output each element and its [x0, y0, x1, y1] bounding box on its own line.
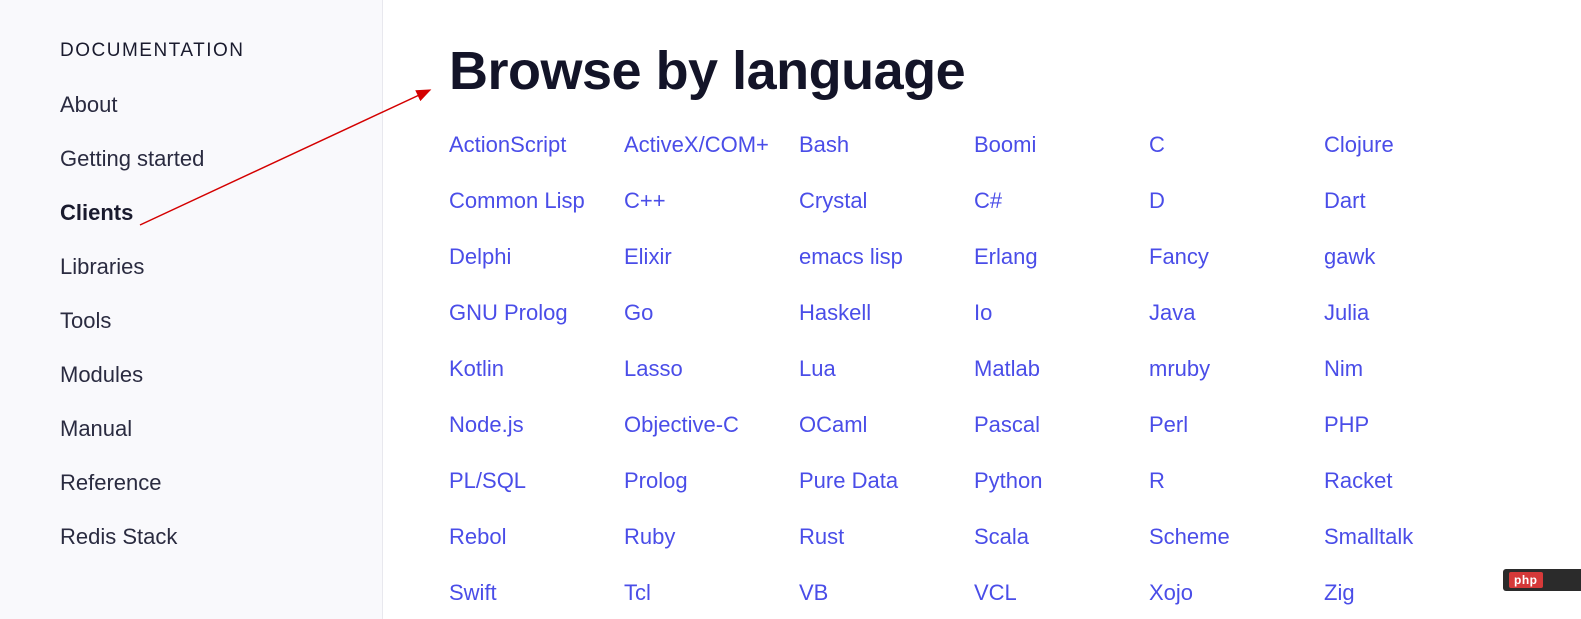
language-link[interactable]: GNU Prolog — [449, 300, 624, 326]
language-link[interactable]: Clojure — [1324, 132, 1499, 158]
language-link[interactable]: Dart — [1324, 188, 1499, 214]
language-link[interactable]: Lasso — [624, 356, 799, 382]
language-link[interactable]: Kotlin — [449, 356, 624, 382]
language-link[interactable]: Tcl — [624, 580, 799, 606]
language-link[interactable]: D — [1149, 188, 1324, 214]
language-link[interactable]: PL/SQL — [449, 468, 624, 494]
sidebar-item-reference[interactable]: Reference — [60, 470, 382, 496]
language-link[interactable]: C++ — [624, 188, 799, 214]
language-link[interactable]: Pascal — [974, 412, 1149, 438]
language-link[interactable]: Racket — [1324, 468, 1499, 494]
language-link[interactable]: Bash — [799, 132, 974, 158]
language-link[interactable]: Java — [1149, 300, 1324, 326]
language-link[interactable]: Prolog — [624, 468, 799, 494]
language-link[interactable]: Ruby — [624, 524, 799, 550]
language-link[interactable]: C — [1149, 132, 1324, 158]
language-link[interactable]: OCaml — [799, 412, 974, 438]
sidebar-item-modules[interactable]: Modules — [60, 362, 382, 388]
language-link[interactable]: ActionScript — [449, 132, 624, 158]
sidebar-heading: DOCUMENTATION — [60, 40, 382, 62]
language-link[interactable]: Node.js — [449, 412, 624, 438]
language-link[interactable]: Common Lisp — [449, 188, 624, 214]
main-content: Browse by language ActionScript ActiveX/… — [383, 0, 1581, 619]
language-link[interactable]: emacs lisp — [799, 244, 974, 270]
language-link[interactable]: Crystal — [799, 188, 974, 214]
language-link[interactable]: Python — [974, 468, 1149, 494]
language-link[interactable]: Nim — [1324, 356, 1499, 382]
language-link[interactable]: Go — [624, 300, 799, 326]
language-link[interactable]: Xojo — [1149, 580, 1324, 606]
language-link[interactable]: Elixir — [624, 244, 799, 270]
language-link[interactable]: ActiveX/COM+ — [624, 132, 799, 158]
language-link[interactable]: Scala — [974, 524, 1149, 550]
language-link[interactable]: mruby — [1149, 356, 1324, 382]
language-link[interactable]: Swift — [449, 580, 624, 606]
watermark-text: php — [1509, 572, 1543, 588]
language-link[interactable]: R — [1149, 468, 1324, 494]
language-link[interactable]: Lua — [799, 356, 974, 382]
language-link[interactable]: Haskell — [799, 300, 974, 326]
sidebar-item-about[interactable]: About — [60, 92, 382, 118]
language-link[interactable]: Io — [974, 300, 1149, 326]
language-link[interactable]: gawk — [1324, 244, 1499, 270]
language-link[interactable]: Smalltalk — [1324, 524, 1499, 550]
watermark-badge: php — [1503, 569, 1581, 591]
sidebar-item-redis-stack[interactable]: Redis Stack — [60, 524, 382, 550]
sidebar-item-clients[interactable]: Clients — [60, 200, 382, 226]
language-link[interactable]: C# — [974, 188, 1149, 214]
sidebar-item-getting-started[interactable]: Getting started — [60, 146, 382, 172]
language-link[interactable]: Matlab — [974, 356, 1149, 382]
language-link[interactable]: Erlang — [974, 244, 1149, 270]
language-link[interactable]: Perl — [1149, 412, 1324, 438]
language-grid: ActionScript ActiveX/COM+ Bash Boomi C C… — [449, 132, 1581, 606]
language-link[interactable]: PHP — [1324, 412, 1499, 438]
language-link[interactable]: Zig — [1324, 580, 1499, 606]
sidebar: DOCUMENTATION About Getting started Clie… — [0, 0, 383, 619]
language-link[interactable]: Pure Data — [799, 468, 974, 494]
language-link[interactable]: Scheme — [1149, 524, 1324, 550]
sidebar-item-libraries[interactable]: Libraries — [60, 254, 382, 280]
language-link[interactable]: Objective-C — [624, 412, 799, 438]
language-link[interactable]: Julia — [1324, 300, 1499, 326]
language-link[interactable]: Fancy — [1149, 244, 1324, 270]
language-link[interactable]: Rust — [799, 524, 974, 550]
language-link[interactable]: Boomi — [974, 132, 1149, 158]
language-link[interactable]: VB — [799, 580, 974, 606]
page-title: Browse by language — [449, 40, 1581, 102]
sidebar-item-manual[interactable]: Manual — [60, 416, 382, 442]
language-link[interactable]: Rebol — [449, 524, 624, 550]
sidebar-item-tools[interactable]: Tools — [60, 308, 382, 334]
language-link[interactable]: Delphi — [449, 244, 624, 270]
language-link[interactable]: VCL — [974, 580, 1149, 606]
